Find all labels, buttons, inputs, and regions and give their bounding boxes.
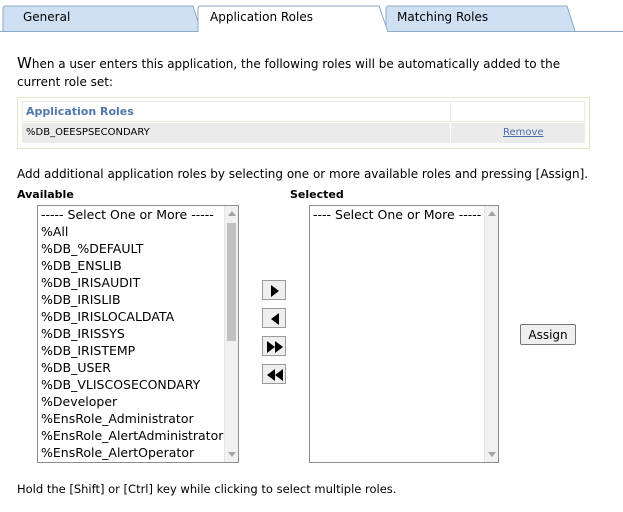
roles-header-cell: Application Roles [23, 102, 451, 121]
available-options: ----- Select One or More ----- %All %DB_%D… [40, 206, 224, 461]
move-all-left-icon [267, 369, 283, 381]
intro-first-letter: W [17, 54, 32, 72]
scroll-down-icon[interactable] [488, 452, 496, 457]
tab-general[interactable]: General [23, 10, 70, 24]
roles-header-label: Application Roles [26, 105, 134, 118]
tab-application-roles[interactable]: Application Roles [210, 10, 313, 24]
selected-roles-listbox[interactable]: ---- Select One or More ----- [309, 205, 499, 463]
tab-matching-roles[interactable]: Matching Roles [397, 10, 488, 24]
role-name: %DB_OEESPSECONDARY [26, 127, 150, 138]
selected-label: Selected [290, 188, 344, 201]
application-roles-table: Application Roles %DB_OEESPSECONDARY Rem… [17, 97, 590, 149]
list-item[interactable]: %DB_IRISTEMP [40, 342, 224, 359]
move-right-button[interactable] [262, 280, 286, 300]
list-item[interactable]: %EnsRole_AlertOperator [40, 444, 224, 461]
move-right-icon [271, 285, 279, 297]
move-all-left-button[interactable] [262, 364, 286, 384]
tab-bar: General Application Roles Matching Roles [0, 0, 623, 32]
cell-divider [450, 123, 451, 143]
intro-text: When a user enters this application, the… [17, 54, 587, 91]
list-item[interactable]: ----- Select One or More ----- [40, 206, 224, 223]
scroll-up-icon[interactable] [488, 211, 496, 216]
list-item[interactable]: %Developer [40, 393, 224, 410]
scroll-thumb[interactable] [227, 223, 236, 341]
table-row: %DB_OEESPSECONDARY Remove [22, 123, 585, 143]
intro-body: hen a user enters this application, the … [17, 57, 561, 89]
remove-link[interactable]: Remove [503, 127, 544, 138]
list-item[interactable]: %DB_USER [40, 359, 224, 376]
list-item[interactable]: ---- Select One or More ----- [312, 206, 484, 223]
scroll-up-icon[interactable] [228, 211, 236, 216]
move-left-icon [271, 313, 279, 325]
move-all-right-button[interactable] [262, 336, 286, 356]
move-left-button[interactable] [262, 308, 286, 328]
list-item[interactable]: %DB_IRISSYS [40, 325, 224, 342]
list-item[interactable]: %DB_%DEFAULT [40, 240, 224, 257]
list-item[interactable]: %DB_ENSLIB [40, 257, 224, 274]
scroll-down-icon[interactable] [228, 452, 236, 457]
list-item[interactable]: %DB_VLISCOSECONDARY [40, 376, 224, 393]
multi-select-hint: Hold the [Shift] or [Ctrl] key while cli… [17, 482, 397, 496]
available-roles-listbox[interactable]: ----- Select One or More ----- %All %DB_%D… [37, 205, 239, 463]
available-label: Available [17, 188, 74, 201]
add-roles-instructions: Add additional application roles by sele… [17, 167, 589, 181]
available-scrollbar[interactable] [224, 206, 238, 462]
roles-table-header: Application Roles [22, 101, 585, 122]
selected-scrollbar[interactable] [484, 206, 498, 462]
list-item[interactable]: %DB_IRISAUDIT [40, 274, 224, 291]
list-item[interactable]: %DB_IRISLIB [40, 291, 224, 308]
selected-options: ---- Select One or More ----- [312, 206, 484, 223]
list-item[interactable]: %EnsRole_Administrator [40, 410, 224, 427]
move-all-right-icon [267, 341, 283, 353]
assign-button[interactable]: Assign [520, 324, 576, 345]
list-item[interactable]: %All [40, 223, 224, 240]
list-item[interactable]: %EnsRole_AlertAdministrator [40, 427, 224, 444]
list-item[interactable]: %DB_IRISLOCALDATA [40, 308, 224, 325]
